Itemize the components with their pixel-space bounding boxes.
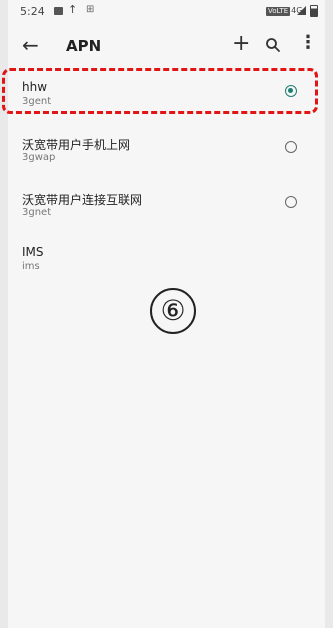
apn-value: 3gent (22, 96, 52, 107)
radio-unselected[interactable] (285, 196, 297, 208)
apn-name: hhw (22, 80, 48, 94)
apn-item-3gwap[interactable]: 沃宽带用户手机上网 3gwap (8, 124, 325, 176)
apn-name: 沃宽带用户连接互联网 (22, 193, 143, 207)
apn-screen: 5:24 ↑ ⊞ VoLTE 4G ← APN + ⋮ hhw 3gent 沃宽带… (8, 0, 325, 628)
apn-item-hhw[interactable]: hhw 3gent (8, 68, 325, 120)
apn-item-ims[interactable]: IMS ims (8, 233, 325, 285)
page-title: APN (66, 37, 102, 55)
plus-icon[interactable]: + (232, 31, 250, 56)
search-icon[interactable] (265, 37, 281, 53)
arrow-left-icon[interactable]: ← (22, 33, 39, 57)
status-time: 5:24 (20, 5, 45, 18)
apn-item-3gnet[interactable]: 沃宽带用户连接互联网 3gnet (8, 179, 325, 231)
annotation-marker: ⑥ (150, 288, 196, 334)
signal-icon (297, 6, 306, 15)
apn-name: IMS (22, 245, 44, 259)
apn-value: 3gwap (22, 152, 56, 163)
more-vert-icon[interactable]: ⋮ (299, 32, 317, 53)
radio-selected[interactable] (285, 85, 297, 97)
status-bar: 5:24 ↑ ⊞ VoLTE 4G (8, 0, 325, 22)
volte-badge: VoLTE (266, 7, 291, 16)
image-icon (54, 7, 63, 15)
apn-name: 沃宽带用户手机上网 (22, 138, 131, 152)
apn-value: ims (22, 261, 40, 272)
radio-unselected[interactable] (285, 141, 297, 153)
misc-icon: ⊞ (86, 4, 95, 15)
upload-icon: ↑ (68, 3, 78, 16)
toolbar: ← APN + ⋮ (8, 26, 325, 66)
battery-icon (310, 5, 318, 17)
apn-value: 3gnet (22, 207, 52, 218)
